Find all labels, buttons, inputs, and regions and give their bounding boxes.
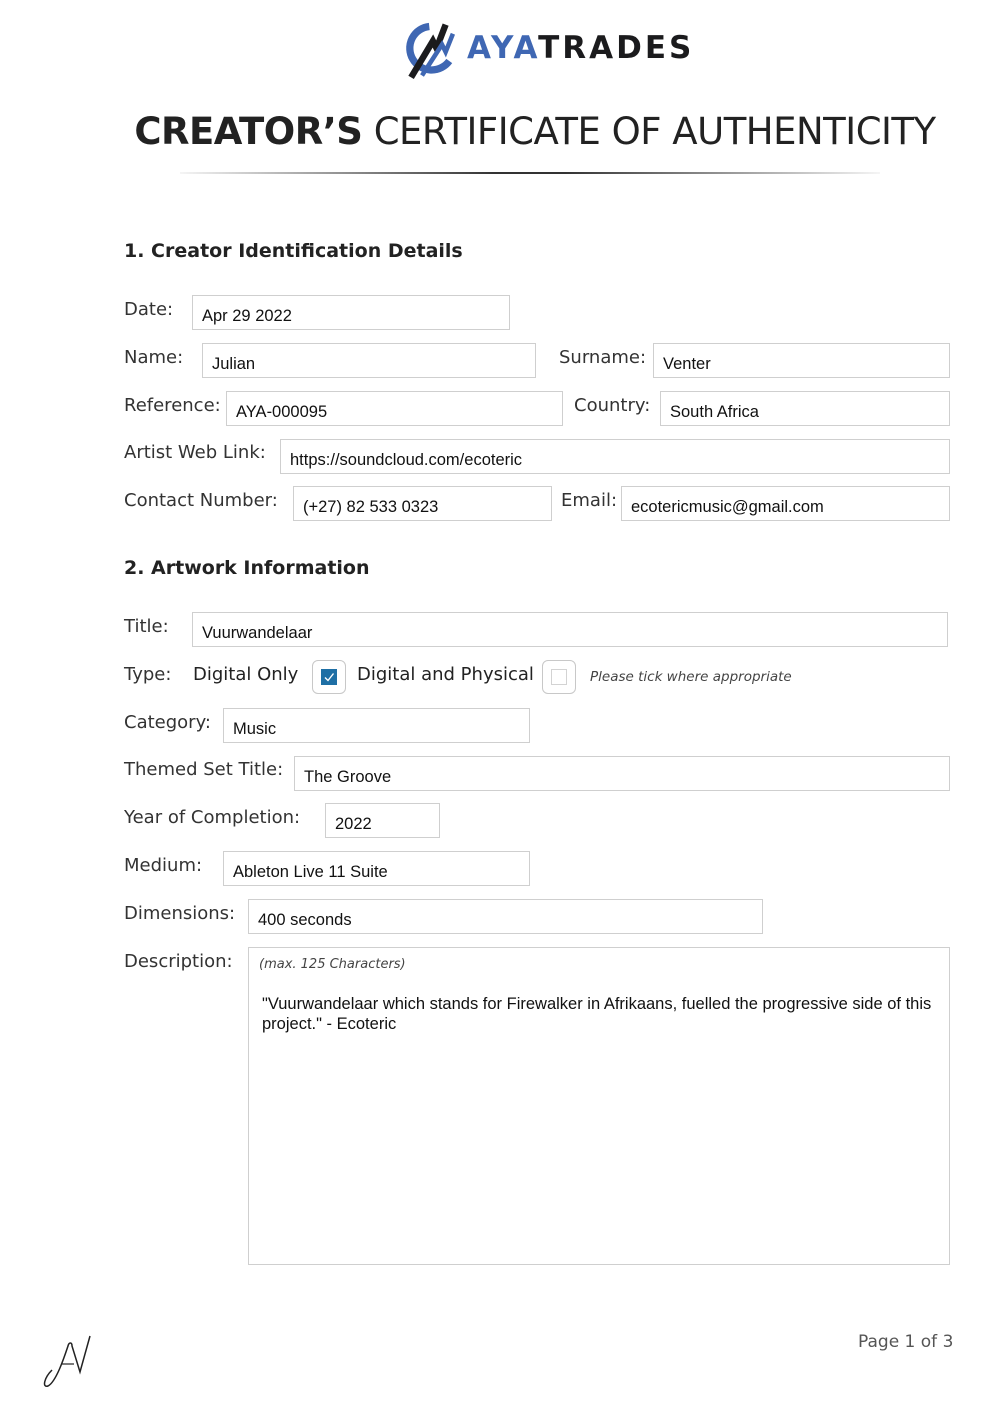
title-light: CERTIFICATE OF AUTHENTICITY — [373, 110, 936, 153]
brand-wordmark: AYATRADES — [467, 30, 694, 66]
contact-number-field[interactable]: (+27) 82 533 0323 — [293, 486, 552, 521]
reference-label: Reference: — [124, 395, 221, 416]
category-field[interactable]: Music — [223, 708, 530, 743]
email-label: Email: — [561, 490, 618, 511]
type-label: Type: — [124, 664, 172, 685]
title-label: Title: — [124, 616, 169, 637]
themed-set-field[interactable]: The Groove — [294, 756, 950, 791]
page-title: CREATOR’S CERTIFICATE OF AUTHENTICITY — [0, 110, 1000, 153]
empty-checkbox-icon — [551, 669, 567, 685]
page-number: Page 1 of 3 — [858, 1332, 954, 1352]
digital-physical-checkbox[interactable] — [542, 660, 576, 694]
medium-field[interactable]: Ableton Live 11 Suite — [223, 851, 530, 886]
email-field[interactable]: ecotericmusic@gmail.com — [621, 486, 950, 521]
section-heading-artwork: 2. Artwork Information — [124, 557, 370, 579]
signature-icon — [43, 1335, 91, 1387]
date-label: Date: — [124, 299, 174, 320]
name-field[interactable]: Julian — [202, 343, 536, 378]
description-field[interactable]: (max. 125 Characters) "Vuurwandelaar whi… — [248, 947, 950, 1265]
year-label: Year of Completion: — [124, 807, 301, 828]
brand-aya: AYA — [467, 30, 539, 66]
ayatrades-logo-icon — [406, 22, 456, 80]
themed-set-label: Themed Set Title: — [124, 759, 284, 780]
name-label: Name: — [124, 347, 184, 368]
medium-label: Medium: — [124, 855, 203, 876]
description-hint: (max. 125 Characters) — [259, 957, 406, 972]
title-divider — [180, 172, 880, 174]
digital-only-checkbox[interactable] — [312, 660, 346, 694]
checkmark-icon — [321, 669, 337, 685]
type-hint: Please tick where appropriate — [590, 669, 792, 685]
surname-label: Surname: — [559, 347, 647, 368]
country-field[interactable]: South Africa — [660, 391, 950, 426]
brand-trades: TRADES — [538, 30, 695, 66]
digital-only-label: Digital Only — [193, 664, 299, 685]
surname-field[interactable]: Venter — [653, 343, 950, 378]
description-label: Description: — [124, 951, 233, 972]
section-heading-creator: 1. Creator Identification Details — [124, 240, 463, 262]
year-field[interactable]: 2022 — [325, 803, 440, 838]
digital-physical-label: Digital and Physical — [357, 664, 534, 685]
date-field[interactable]: Apr 29 2022 — [192, 295, 510, 330]
contact-number-label: Contact Number: — [124, 490, 278, 511]
web-link-label: Artist Web Link: — [124, 442, 266, 463]
web-link-field[interactable]: https://soundcloud.com/ecoteric — [280, 439, 950, 474]
artwork-title-field[interactable]: Vuurwandelaar — [192, 612, 948, 647]
reference-field[interactable]: AYA-000095 — [226, 391, 563, 426]
title-bold: CREATOR’S — [134, 110, 363, 153]
country-label: Country: — [574, 395, 651, 416]
dimensions-label: Dimensions: — [124, 903, 236, 924]
category-label: Category: — [124, 712, 211, 733]
dimensions-field[interactable]: 400 seconds — [248, 899, 763, 934]
description-text: "Vuurwandelaar which stands for Firewalk… — [262, 995, 932, 1033]
